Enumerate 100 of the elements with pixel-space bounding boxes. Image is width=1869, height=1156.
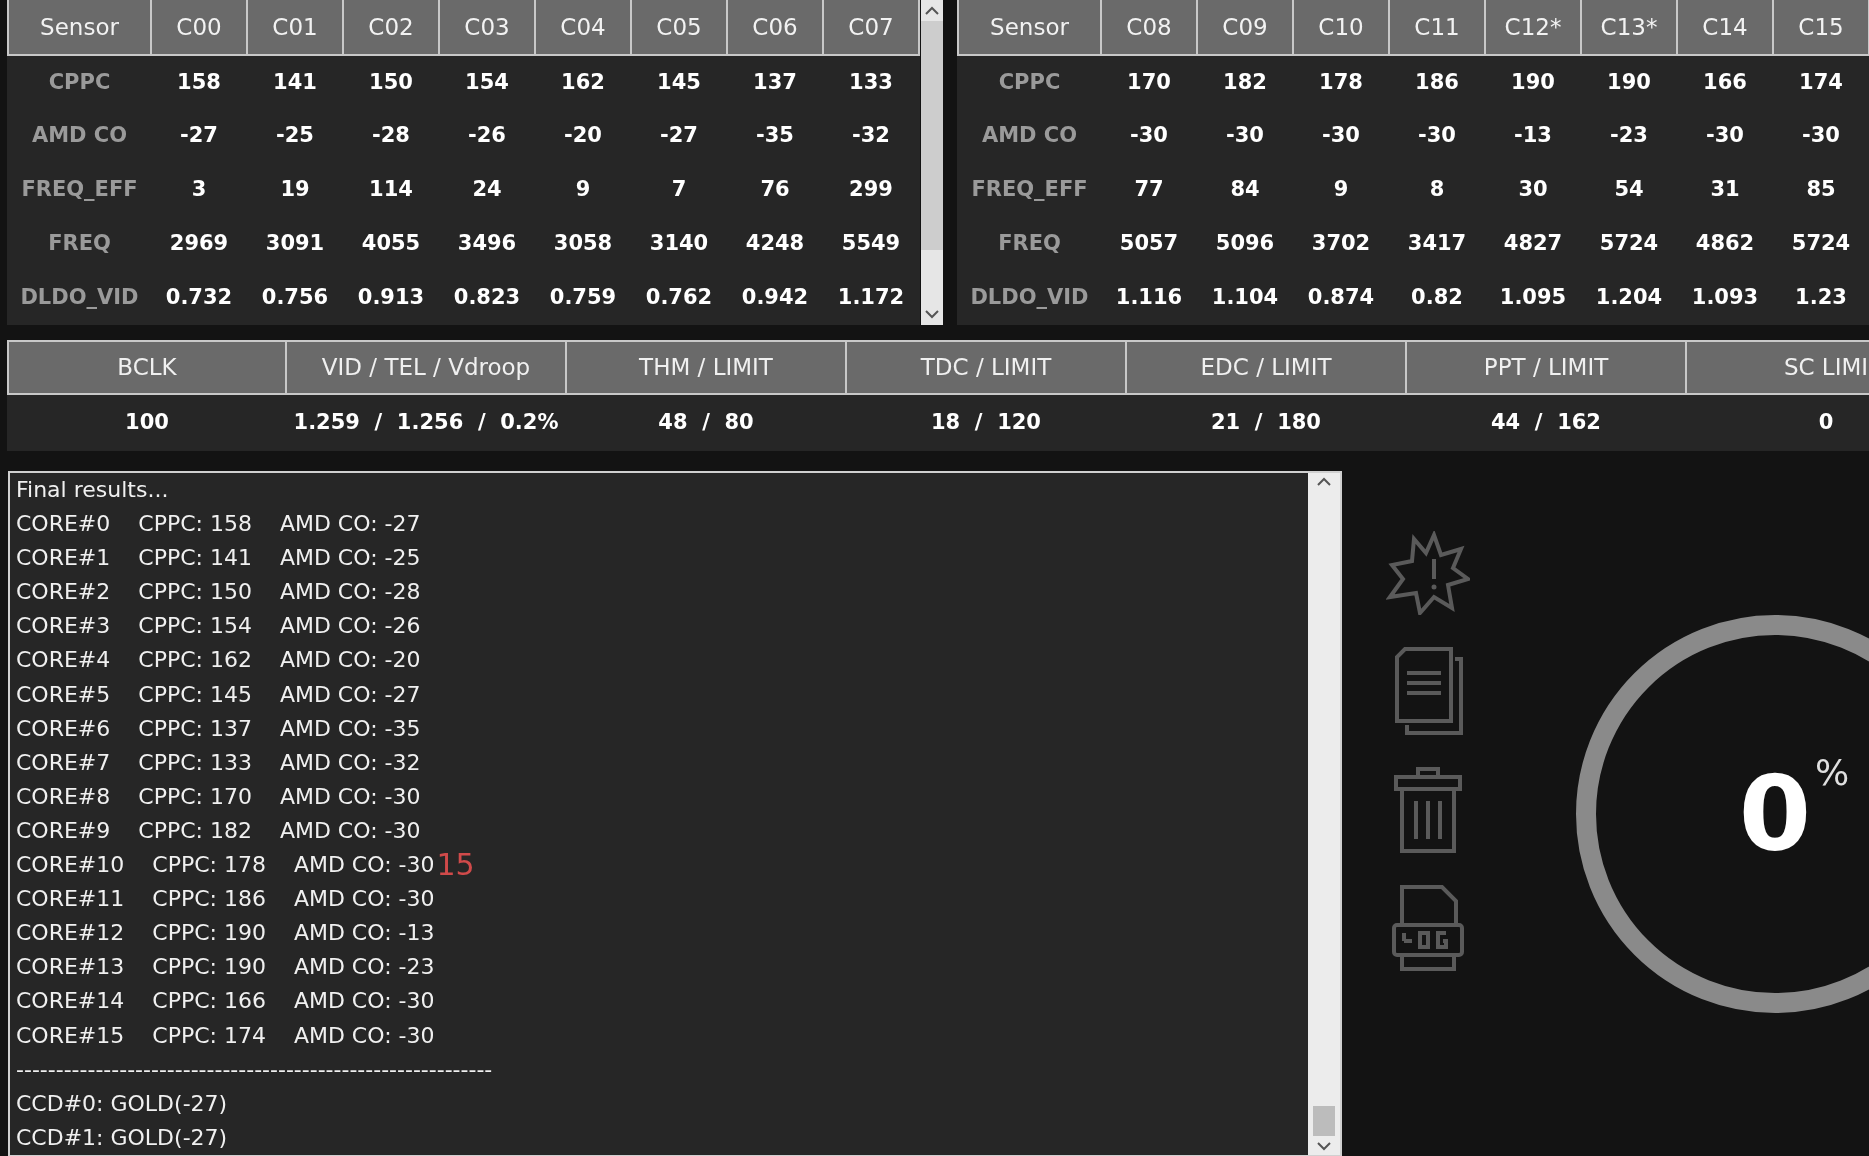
log-line: CORE#13 CPPC: 190 AMD CO: -23 bbox=[16, 953, 435, 982]
percent-value: 0 bbox=[1738, 762, 1812, 866]
scroll-down-icon[interactable] bbox=[1317, 1142, 1331, 1151]
table-cell: -27 bbox=[631, 109, 727, 163]
row-label: FREQ bbox=[8, 217, 151, 271]
log-line: CORE#5 CPPC: 145 AMD CO: -27 bbox=[16, 680, 421, 709]
table-cell: 3091 bbox=[247, 217, 343, 271]
column-header: THM / LIMIT bbox=[566, 341, 846, 394]
table-cell: 4248 bbox=[727, 217, 823, 271]
table-cell: 4862 bbox=[1677, 217, 1773, 271]
annotation-number: 15 bbox=[436, 848, 475, 883]
row-label: FREQ bbox=[958, 217, 1101, 271]
alert-burst-icon[interactable] bbox=[1385, 531, 1470, 615]
table-cell: 5724 bbox=[1773, 217, 1869, 271]
log-line: CORE#4 CPPC: 162 AMD CO: -20 bbox=[16, 646, 421, 675]
scroll-down-icon[interactable] bbox=[925, 310, 939, 319]
scroll-up-icon[interactable] bbox=[1317, 477, 1331, 486]
table-cell: 186 bbox=[1389, 55, 1485, 109]
table-cell: -27 bbox=[151, 109, 247, 163]
table-cell: -26 bbox=[439, 109, 535, 163]
table-cell: 9 bbox=[1293, 163, 1389, 217]
table-cell: -30 bbox=[1677, 109, 1773, 163]
table-cell: 145 bbox=[631, 55, 727, 109]
table-cell: 158 bbox=[151, 55, 247, 109]
log-line: CORE#12 CPPC: 190 AMD CO: -13 bbox=[16, 919, 435, 948]
table-cell: 5724 bbox=[1581, 217, 1677, 271]
column-header: C06 bbox=[727, 0, 823, 55]
table-cell: 4055 bbox=[343, 217, 439, 271]
scroll-up-icon[interactable] bbox=[925, 6, 939, 15]
table-cell: 182 bbox=[1197, 55, 1293, 109]
column-header: C12* bbox=[1485, 0, 1581, 55]
table-cell: -20 bbox=[535, 109, 631, 163]
table-cell: 133 bbox=[823, 55, 919, 109]
percent-sign: % bbox=[1815, 751, 1850, 795]
column-header: C13* bbox=[1581, 0, 1677, 55]
table-cell: 299 bbox=[823, 163, 919, 217]
table-cell: 19 bbox=[247, 163, 343, 217]
table-cell: 76 bbox=[727, 163, 823, 217]
log-line: CORE#9 CPPC: 182 AMD CO: -30 bbox=[16, 816, 421, 845]
table-cell: 5057 bbox=[1101, 217, 1197, 271]
log-line: CORE#2 CPPC: 150 AMD CO: -28 bbox=[16, 578, 421, 607]
table-cell: 18 / 120 bbox=[846, 394, 1126, 451]
table-cell: 9 bbox=[535, 163, 631, 217]
table-cell: 1.095 bbox=[1485, 271, 1581, 325]
trash-icon[interactable] bbox=[1391, 765, 1464, 853]
column-header: SC LIMI bbox=[1686, 341, 1869, 394]
table-cell: 21 / 180 bbox=[1126, 394, 1406, 451]
table-cell: 54 bbox=[1581, 163, 1677, 217]
column-header: C05 bbox=[631, 0, 727, 55]
table-cell: 170 bbox=[1101, 55, 1197, 109]
table-cell: -30 bbox=[1389, 109, 1485, 163]
log-line: CORE#10 CPPC: 178 AMD CO: -30 bbox=[16, 851, 435, 880]
table-cell: 3702 bbox=[1293, 217, 1389, 271]
table-cell: -28 bbox=[343, 109, 439, 163]
log-line: CORE#7 CPPC: 133 AMD CO: -32 bbox=[16, 748, 421, 777]
table-cell: 4827 bbox=[1485, 217, 1581, 271]
column-header: C10 bbox=[1293, 0, 1389, 55]
table-cell: 174 bbox=[1773, 55, 1869, 109]
table-cell: 166 bbox=[1677, 55, 1773, 109]
table-cell: 48 / 80 bbox=[566, 394, 846, 451]
scroll-thumb[interactable] bbox=[1313, 1106, 1335, 1136]
table-cell: 1.204 bbox=[1581, 271, 1677, 325]
log-line: CORE#8 CPPC: 170 AMD CO: -30 bbox=[16, 782, 421, 811]
column-header: EDC / LIMIT bbox=[1126, 341, 1406, 394]
table-cell: 3496 bbox=[439, 217, 535, 271]
scroll-thumb[interactable] bbox=[921, 21, 943, 250]
row-label: DLDO_VID bbox=[958, 271, 1101, 325]
column-header: BCLK bbox=[8, 341, 286, 394]
log-line: CORE#1 CPPC: 141 AMD CO: -25 bbox=[16, 544, 421, 573]
table-cell: 3140 bbox=[631, 217, 727, 271]
table-cell: 1.23 bbox=[1773, 271, 1869, 325]
table-cell: -30 bbox=[1197, 109, 1293, 163]
table-cell: 0.942 bbox=[727, 271, 823, 325]
table-cell: -30 bbox=[1773, 109, 1869, 163]
table-cell: 190 bbox=[1485, 55, 1581, 109]
column-header: C03 bbox=[439, 0, 535, 55]
table-cell: 31 bbox=[1677, 163, 1773, 217]
row-label: DLDO_VID bbox=[8, 271, 151, 325]
table-cell: 44 / 162 bbox=[1406, 394, 1686, 451]
table-cell: 0.756 bbox=[247, 271, 343, 325]
column-header: C11 bbox=[1389, 0, 1485, 55]
log-line: Final results... bbox=[16, 476, 169, 504]
column-header: Sensor bbox=[958, 0, 1101, 55]
column-header: C04 bbox=[535, 0, 631, 55]
table-cell: 114 bbox=[343, 163, 439, 217]
column-header: VID / TEL / Vdroop bbox=[286, 341, 566, 394]
table-cell: 3058 bbox=[535, 217, 631, 271]
table-cell: 84 bbox=[1197, 163, 1293, 217]
table-cell: 30 bbox=[1485, 163, 1581, 217]
log-line: CORE#0 CPPC: 158 AMD CO: -27 bbox=[16, 510, 421, 539]
table-cell: 190 bbox=[1581, 55, 1677, 109]
log-line: CORE#3 CPPC: 154 AMD CO: -26 bbox=[16, 612, 421, 641]
table-cell: -23 bbox=[1581, 109, 1677, 163]
log-line: CORE#6 CPPC: 137 AMD CO: -35 bbox=[16, 714, 421, 743]
table-cell: 178 bbox=[1293, 55, 1389, 109]
table-cell: 141 bbox=[247, 55, 343, 109]
column-header: C08 bbox=[1101, 0, 1197, 55]
log-file-icon[interactable] bbox=[1389, 883, 1466, 973]
table-cell: 0.874 bbox=[1293, 271, 1389, 325]
row-label: CPPC bbox=[8, 55, 151, 109]
